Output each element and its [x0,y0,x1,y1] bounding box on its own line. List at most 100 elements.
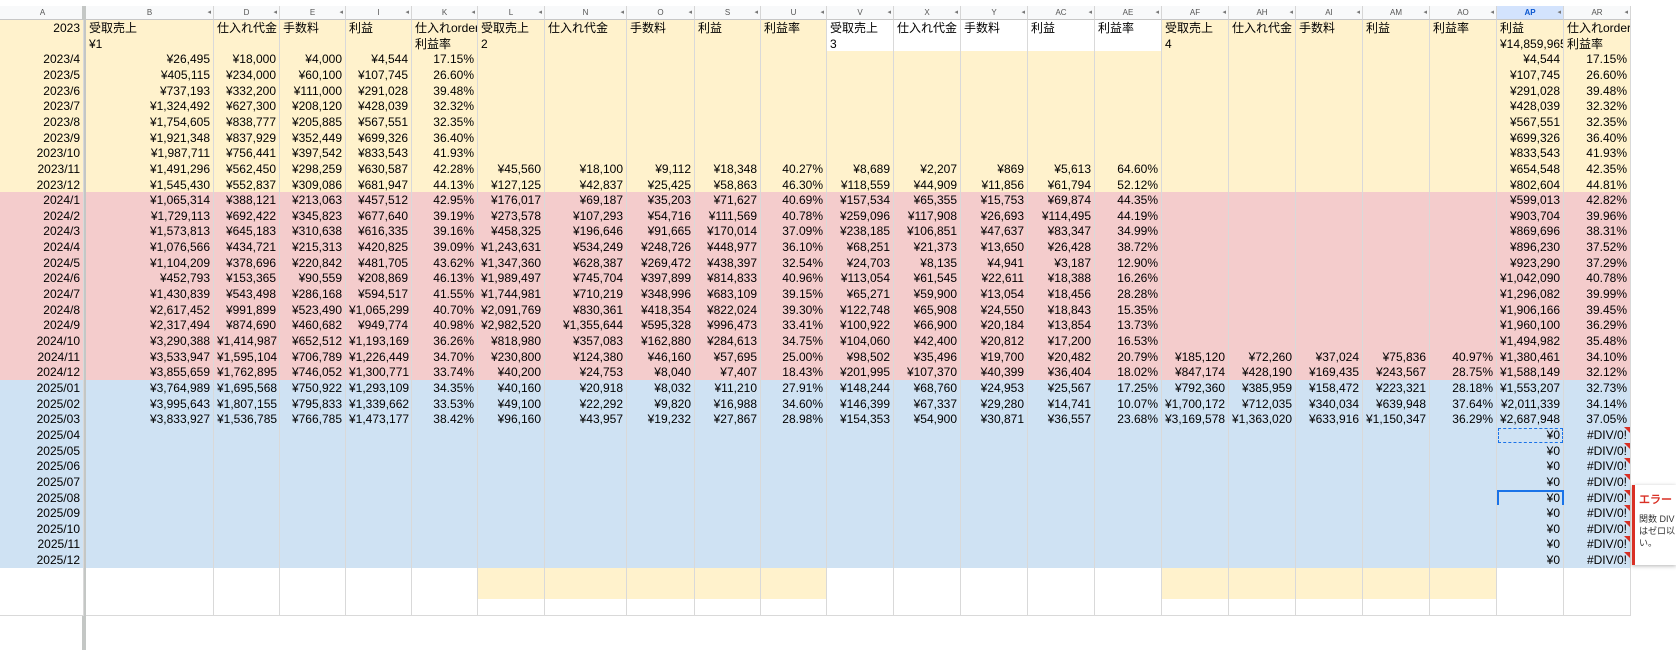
cell-u[interactable] [761,473,827,491]
cell-a[interactable]: 2025/12 [0,552,84,570]
cell-o[interactable]: ¥397,899 [627,270,695,288]
cell-ac[interactable] [1028,129,1095,147]
cell-am[interactable] [1363,254,1430,272]
cell-d[interactable]: ¥434,721 [214,239,280,257]
cell-ap[interactable]: ¥1,296,082 [1497,286,1564,304]
empty-cell[interactable] [280,599,346,617]
cell-s[interactable] [695,458,761,476]
cell-ar[interactable]: 35.48% [1564,333,1631,350]
column-header-d[interactable]: D ◂ [214,6,280,20]
cell-ac[interactable]: ¥25,567 [1028,379,1095,397]
cell-ao[interactable] [1430,520,1497,538]
empty-cell[interactable] [412,599,478,617]
cell-ae[interactable]: 16.53% [1095,333,1162,350]
cell-o[interactable] [627,505,695,523]
cell-ao[interactable] [1430,489,1497,507]
cell-am[interactable] [1363,98,1430,116]
cell-u[interactable] [761,520,827,538]
cell-ac[interactable] [1028,505,1095,523]
cell-s[interactable] [695,520,761,538]
error-indicator-icon[interactable] [1624,489,1630,496]
cell-y[interactable] [961,536,1028,554]
cell-ap[interactable]: ¥2,687,948 [1497,411,1564,429]
cell-u[interactable] [761,51,827,69]
cell-y[interactable] [961,520,1028,538]
cell-e[interactable]: ¥4,000 [280,51,346,69]
cell-ac[interactable] [1028,473,1095,491]
cell-d[interactable]: ¥552,837 [214,176,280,194]
cell-ae[interactable] [1095,98,1162,116]
cell-s[interactable] [695,473,761,491]
cell-i[interactable]: ¥567,551 [346,113,412,131]
cell-o[interactable]: ¥248,726 [627,239,695,257]
cell-e[interactable]: 手数料 [280,20,346,37]
spreadsheet[interactable]: A B ◂ D ◂ E ◂ I ◂ K ◂ L ◂ N ◂ O ◂ S ◂ U ◂ V ◂ X ◂ Y ◂ AC ◂ AE ◂ AF ◂ AH ◂ A… [0,0,1676,650]
cell-y[interactable]: ¥20,184 [961,317,1028,335]
cell-u[interactable]: 37.09% [761,223,827,241]
cell-k[interactable] [412,473,478,491]
cell-ah[interactable] [1229,35,1296,53]
empty-cell[interactable] [545,583,627,601]
cell-i[interactable]: ¥594,517 [346,286,412,304]
cell-ah[interactable] [1229,505,1296,523]
cell-y[interactable]: ¥869 [961,160,1028,178]
cell-d[interactable]: ¥1,595,104 [214,348,280,366]
cell-af[interactable] [1162,82,1229,100]
cell-y[interactable] [961,129,1028,147]
cell-a[interactable]: 2024/7 [0,286,84,304]
empty-cell[interactable] [86,599,214,617]
cell-b[interactable]: ¥1,987,711 [86,145,214,163]
cell-d[interactable]: ¥837,929 [214,129,280,147]
cell-i[interactable]: ¥1,339,662 [346,395,412,413]
cell-v[interactable] [827,426,894,444]
empty-cell[interactable] [0,567,84,585]
cell-ai[interactable] [1296,98,1363,116]
cell-k[interactable]: 40.70% [412,301,478,319]
cell-ah[interactable] [1229,552,1296,570]
cell-u[interactable]: 40.78% [761,207,827,225]
cell-x[interactable]: ¥65,908 [894,301,961,319]
cell-af[interactable]: ¥1,700,172 [1162,395,1229,413]
cell-af[interactable] [1162,254,1229,272]
cell-l[interactable] [478,473,545,491]
cell-y[interactable]: 手数料 [961,20,1028,37]
cell-ai[interactable] [1296,160,1363,178]
cell-o[interactable] [627,98,695,116]
cell-ah[interactable] [1229,192,1296,210]
cell-ao[interactable] [1430,286,1497,304]
cell-am[interactable]: ¥1,150,347 [1363,411,1430,429]
cell-b[interactable]: ¥1 [86,35,214,53]
cell-a[interactable]: 2023/5 [0,66,84,84]
cell-s[interactable]: ¥18,348 [695,160,761,178]
cell-s[interactable]: ¥27,867 [695,411,761,429]
cell-a[interactable]: 2023/9 [0,129,84,147]
cell-l[interactable]: ¥230,800 [478,348,545,366]
cell-af[interactable]: 4 [1162,35,1229,53]
cell-s[interactable]: ¥170,014 [695,223,761,241]
cell-k[interactable]: 42.28% [412,160,478,178]
column-header-n[interactable]: N ◂ [545,6,627,20]
cell-ah[interactable] [1229,520,1296,538]
cell-af[interactable] [1162,536,1229,554]
empty-cell[interactable] [478,599,545,617]
cell-a[interactable]: 2025/06 [0,458,84,476]
cell-ai[interactable] [1296,145,1363,163]
cell-b[interactable] [86,505,214,523]
cell-ap[interactable]: ¥107,745 [1497,66,1564,84]
cell-i[interactable]: ¥1,065,299 [346,301,412,319]
cell-ai[interactable] [1296,442,1363,460]
cell-s[interactable] [695,129,761,147]
cell-e[interactable] [280,536,346,554]
cell-d[interactable] [214,473,280,491]
cell-k[interactable]: 34.70% [412,348,478,366]
cell-e[interactable]: ¥90,559 [280,270,346,288]
cell-a[interactable]: 2024/8 [0,301,84,319]
cell-v[interactable]: ¥65,271 [827,286,894,304]
cell-af[interactable] [1162,98,1229,116]
cell-am[interactable] [1363,442,1430,460]
cell-ac[interactable]: ¥36,404 [1028,364,1095,382]
cell-v[interactable]: ¥154,353 [827,411,894,429]
cell-y[interactable]: ¥15,753 [961,192,1028,210]
cell-b[interactable]: ¥1,729,113 [86,207,214,225]
cell-u[interactable]: 18.43% [761,364,827,382]
